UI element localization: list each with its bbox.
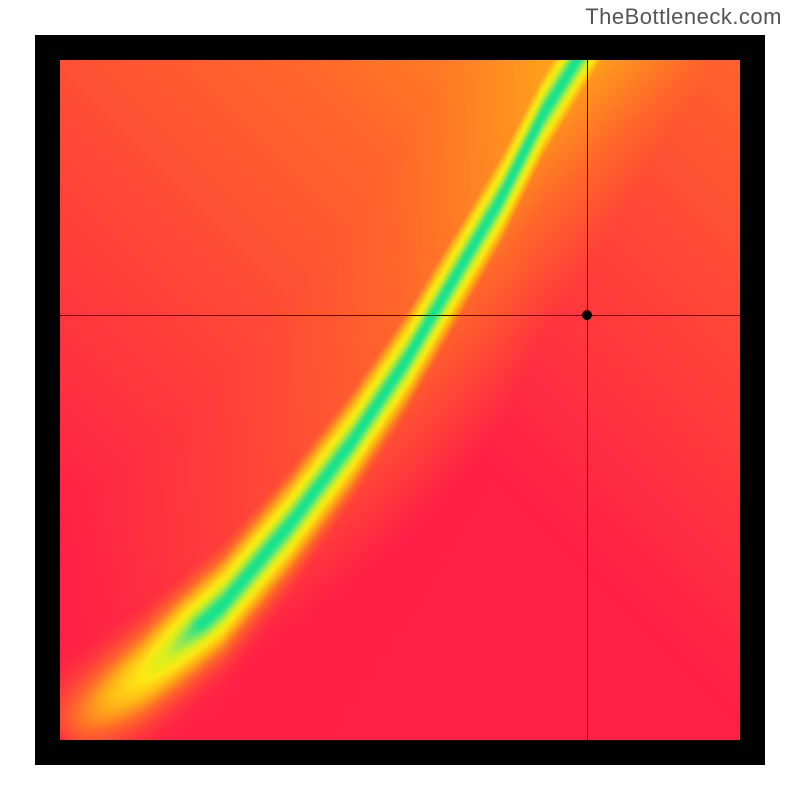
chart-frame <box>35 35 765 765</box>
heatmap-canvas <box>60 60 740 740</box>
watermark-label: TheBottleneck.com <box>585 4 782 30</box>
chart-container: TheBottleneck.com <box>0 0 800 800</box>
heatmap-plot[interactable] <box>60 60 740 740</box>
